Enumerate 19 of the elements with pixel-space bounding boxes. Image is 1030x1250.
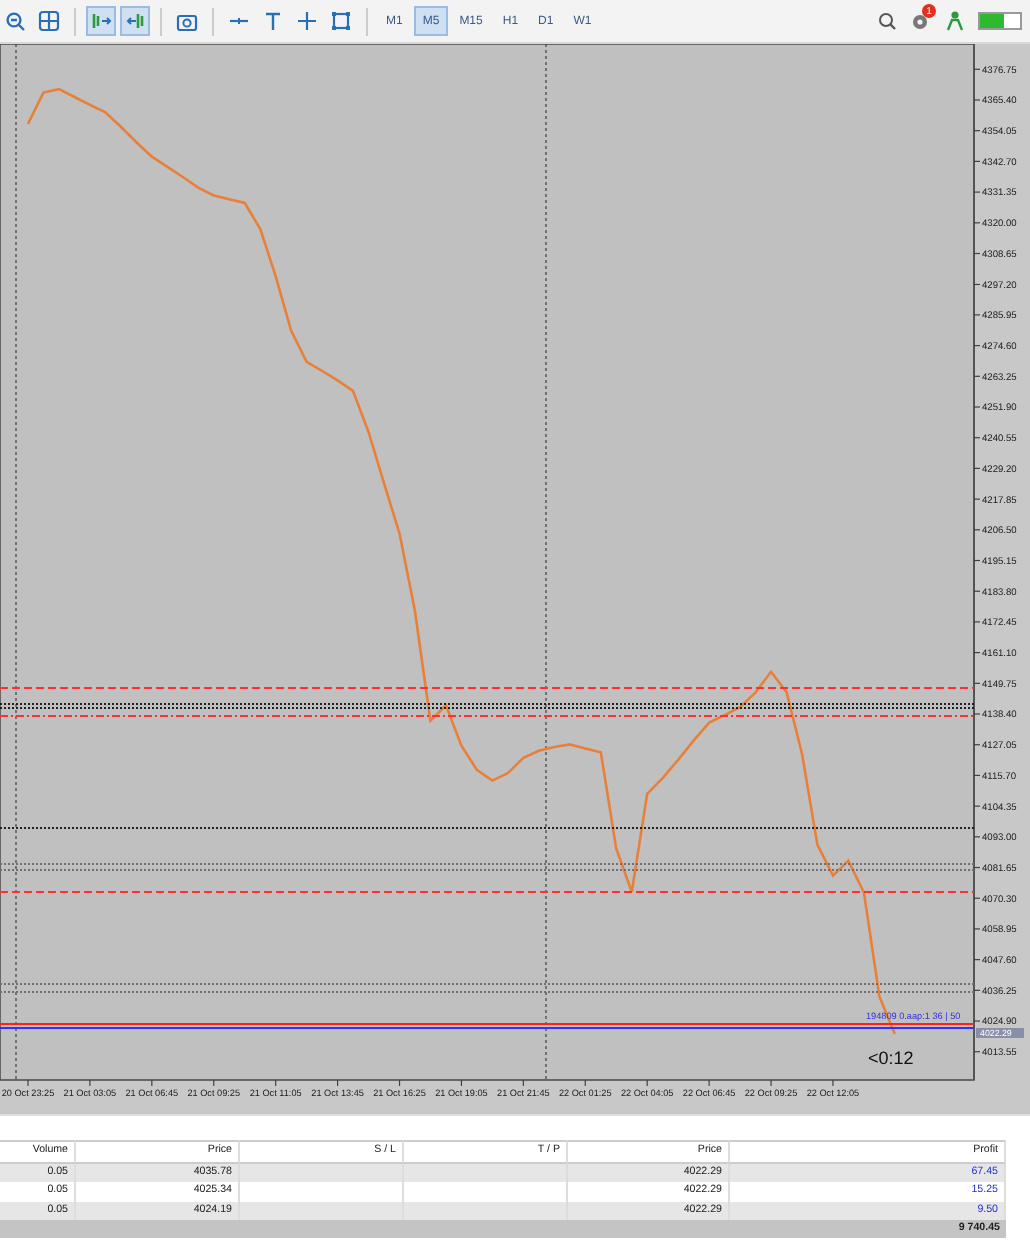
rectangle-tool-icon (330, 10, 352, 32)
grid-icon (38, 10, 60, 32)
search-icon[interactable] (876, 10, 898, 32)
person-icon[interactable] (944, 10, 966, 32)
gear-icon[interactable] (910, 10, 932, 32)
crosshair-icon (296, 10, 318, 32)
zoom-out-icon (4, 10, 26, 32)
toolbar-button[interactable] (292, 6, 322, 36)
toolbar-button[interactable] (34, 6, 64, 36)
toolbar-button[interactable] (0, 6, 30, 36)
toolbar-button[interactable] (326, 6, 356, 36)
toolbar-button[interactable] (120, 6, 150, 36)
text-tool-icon (262, 10, 284, 32)
toolbar-button[interactable] (86, 6, 116, 36)
chart-shift-icon (90, 10, 112, 32)
autoscroll-icon (124, 10, 146, 32)
camera-icon (176, 10, 198, 32)
countdown-label: <0:12 (868, 1048, 914, 1069)
connection-indicator (978, 12, 1022, 30)
